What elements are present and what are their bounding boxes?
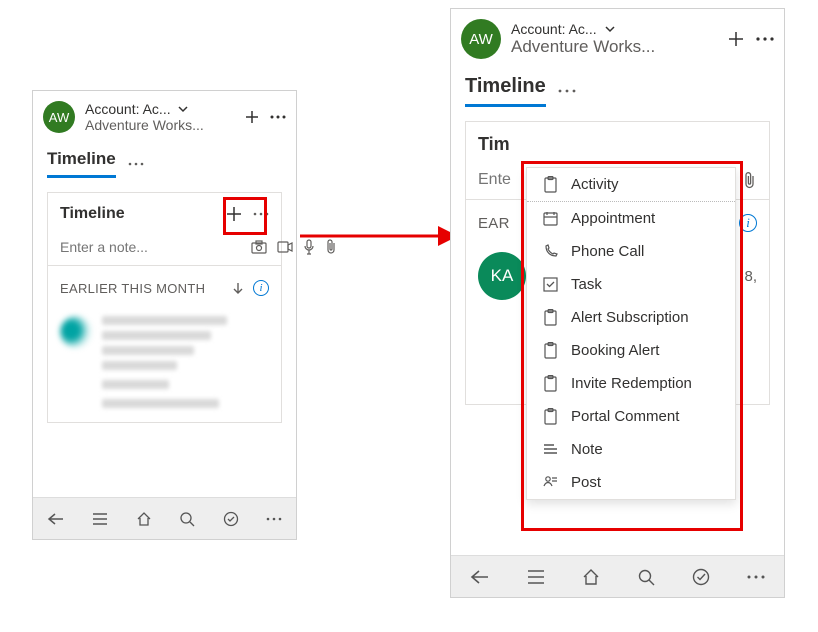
nav-search-icon[interactable]	[179, 511, 195, 527]
record-title: Account: Ac...	[85, 101, 171, 117]
card-more-icon[interactable]	[253, 212, 269, 216]
menu-item-portal-comment[interactable]: Portal Comment	[527, 400, 735, 433]
tab-timeline[interactable]: Timeline	[47, 149, 116, 178]
video-icon[interactable]	[277, 241, 293, 253]
timeline-item-blurred	[48, 308, 281, 422]
menu-item-task[interactable]: Task	[527, 268, 735, 301]
menu-item-phone-call[interactable]: Phone Call	[527, 235, 735, 268]
note-icon	[541, 443, 559, 456]
menu-item-note[interactable]: Note	[527, 433, 735, 466]
camera-icon[interactable]	[251, 240, 267, 254]
tab-bar: Timeline	[33, 139, 296, 178]
menu-item-appointment[interactable]: Appointment	[527, 202, 735, 235]
nav-back-icon[interactable]	[470, 569, 490, 585]
add-activity-button[interactable]	[225, 205, 243, 223]
clipboard-icon	[541, 309, 559, 326]
menu-item-alert-subscription[interactable]: Alert Subscription	[527, 301, 735, 334]
phone-icon	[541, 244, 559, 259]
tab-more-icon[interactable]	[128, 162, 144, 166]
record-title: Account: Ac...	[511, 21, 597, 37]
nav-menu-icon[interactable]	[92, 513, 108, 525]
bottom-nav	[451, 555, 784, 597]
clipboard-icon	[541, 408, 559, 425]
add-activity-menu: Activity Appointment Phone Call Task Ale…	[526, 167, 736, 500]
mic-icon[interactable]	[303, 239, 315, 255]
nav-task-icon[interactable]	[692, 568, 710, 586]
menu-item-activity[interactable]: Activity	[527, 168, 735, 201]
avatar: AW	[43, 101, 75, 133]
menu-item-post[interactable]: Post	[527, 466, 735, 499]
record-header: AW Account: Ac... Adventure Works...	[451, 9, 784, 65]
nav-home-icon[interactable]	[582, 568, 600, 586]
checkbox-icon	[541, 277, 559, 292]
nav-more-icon[interactable]	[747, 575, 765, 579]
clipboard-icon	[541, 176, 559, 193]
card-title: Timeline	[60, 205, 225, 223]
post-icon	[541, 475, 559, 490]
calendar-icon	[541, 211, 559, 226]
section-label: EARLIER THIS MONTH	[60, 281, 223, 296]
tab-more-icon[interactable]	[558, 89, 576, 93]
avatar: KA	[478, 252, 526, 300]
card-title: Tim	[478, 134, 757, 155]
nav-back-icon[interactable]	[47, 512, 65, 526]
info-icon[interactable]: i	[253, 280, 269, 296]
mobile-frame-after: AW Account: Ac... Adventure Works... Tim…	[450, 8, 785, 598]
chevron-down-icon[interactable]	[603, 22, 617, 36]
mobile-frame-before: AW Account: Ac... Adventure Works... Tim…	[32, 90, 297, 540]
sort-down-icon[interactable]	[231, 281, 245, 295]
record-header: AW Account: Ac... Adventure Works...	[33, 91, 296, 139]
chevron-down-icon[interactable]	[177, 103, 189, 115]
menu-item-invite-redemption[interactable]: Invite Redemption	[527, 367, 735, 400]
info-icon[interactable]: i	[739, 214, 757, 232]
avatar: AW	[461, 19, 501, 59]
clipboard-icon	[541, 342, 559, 359]
nav-task-icon[interactable]	[223, 511, 239, 527]
more-icon[interactable]	[756, 37, 774, 41]
timeline-card: Timeline	[47, 192, 282, 423]
clipboard-icon	[541, 375, 559, 392]
more-icon[interactable]	[270, 115, 286, 119]
plus-icon[interactable]	[726, 29, 746, 49]
nav-search-icon[interactable]	[637, 568, 655, 586]
attachment-icon[interactable]	[743, 171, 757, 189]
nav-more-icon[interactable]	[266, 517, 282, 521]
plus-icon[interactable]	[244, 109, 260, 125]
record-subtitle: Adventure Works...	[511, 37, 720, 57]
note-input[interactable]	[60, 239, 241, 255]
date-fragment: 8,	[744, 268, 757, 285]
tab-timeline[interactable]: Timeline	[465, 75, 546, 107]
bottom-nav	[33, 497, 296, 539]
tab-bar: Timeline	[451, 65, 784, 107]
attachment-icon[interactable]	[325, 239, 337, 255]
nav-menu-icon[interactable]	[527, 570, 545, 584]
menu-item-booking-alert[interactable]: Booking Alert	[527, 334, 735, 367]
record-subtitle: Adventure Works...	[85, 117, 238, 133]
nav-home-icon[interactable]	[136, 511, 152, 527]
